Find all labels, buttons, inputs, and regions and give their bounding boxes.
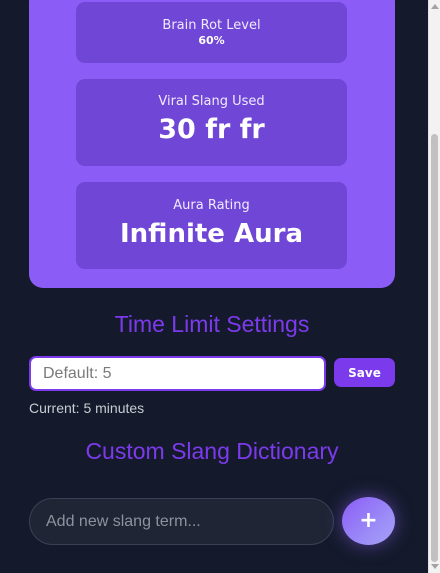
stats-panel: Brain Rot Level 60% Viral Slang Used 30 … — [29, 0, 395, 288]
time-limit-title: Time Limit Settings — [114, 311, 310, 337]
aura-label: Aura Rating — [173, 198, 250, 213]
aura-card: Aura Rating Infinite Aura — [76, 182, 347, 269]
scrollbar-thumb[interactable] — [431, 134, 438, 562]
aura-value: Infinite Aura — [120, 219, 303, 249]
popup-page: Brain Rot Level 60% Viral Slang Used 30 … — [0, 0, 440, 573]
slang-dictionary-title: Custom Slang Dictionary — [85, 438, 339, 464]
time-limit-input[interactable] — [29, 356, 326, 391]
viral-slang-card: Viral Slang Used 30 fr fr — [76, 79, 347, 166]
add-slang-button[interactable]: + — [342, 497, 395, 545]
viral-slang-value: 30 fr fr — [158, 114, 265, 145]
brain-rot-card: Brain Rot Level 60% — [76, 2, 347, 63]
current-time-limit: Current: 5 minutes — [29, 400, 145, 416]
brain-rot-label: Brain Rot Level — [162, 18, 261, 33]
slang-term-input[interactable] — [29, 498, 334, 545]
scrollbar[interactable] — [428, 0, 440, 573]
scroll-up-arrow-icon[interactable] — [431, 4, 439, 9]
viral-slang-label: Viral Slang Used — [158, 94, 265, 109]
brain-rot-value: 60% — [198, 34, 225, 47]
save-button[interactable]: Save — [334, 358, 395, 387]
scroll-down-arrow-icon[interactable] — [431, 564, 439, 569]
